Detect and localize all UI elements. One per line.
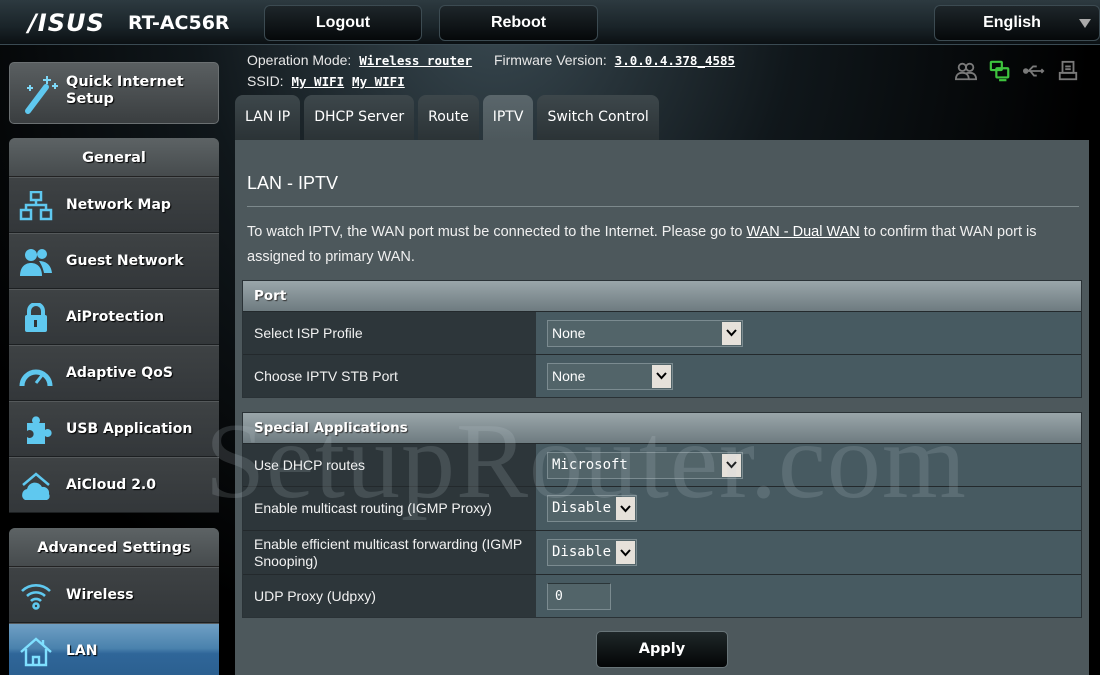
- udp-proxy-label: UDP Proxy (Udpxy): [243, 575, 536, 617]
- igmp-snooping-value: Disable: [552, 544, 612, 560]
- chevron-down-icon: [722, 321, 741, 345]
- sidebar-item-label: AiCloud 2.0: [66, 477, 156, 493]
- chevron-down-icon: [652, 364, 671, 388]
- reboot-button[interactable]: Reboot: [439, 5, 598, 41]
- dhcp-routes-select[interactable]: Microsoft: [547, 451, 743, 479]
- page-edge: [1089, 140, 1100, 675]
- sidebar-item-wireless[interactable]: Wireless: [9, 567, 219, 623]
- status-icons: [955, 60, 1079, 82]
- dhcp-routes-value: Microsoft: [552, 456, 628, 473]
- apply-button[interactable]: Apply: [596, 631, 728, 668]
- sidebar-item-label: Wireless: [66, 587, 134, 603]
- sidebar-item-guest-network[interactable]: Guest Network: [9, 233, 219, 289]
- operation-mode-info: Operation Mode: Wireless router Firmware…: [247, 52, 735, 68]
- advanced-settings-header: Advanced Settings: [9, 528, 219, 567]
- advanced-settings-menu: Advanced Settings Wireless LAN: [9, 528, 219, 675]
- igmp-snooping-select[interactable]: Disable: [547, 539, 637, 566]
- ssid-link-1[interactable]: My WIFI: [291, 74, 344, 89]
- sidebar-item-label: LAN: [66, 643, 98, 659]
- igmp-proxy-label: Enable multicast routing (IGMP Proxy): [243, 487, 536, 530]
- sidebar-item-label: Guest Network: [66, 253, 184, 269]
- title-divider: [247, 206, 1079, 207]
- language-select[interactable]: English: [934, 5, 1100, 41]
- general-header: General: [9, 138, 219, 177]
- speedometer-icon: [19, 369, 53, 387]
- firmware-label: Firmware Version:: [493, 52, 607, 68]
- iptv-stb-port-select[interactable]: None: [547, 362, 673, 390]
- iptv-stb-port-label: Choose IPTV STB Port: [243, 355, 536, 397]
- chevron-down-icon: [616, 497, 635, 520]
- sidebar-item-adaptive-qos[interactable]: Adaptive QoS: [9, 345, 219, 401]
- iptv-description: To watch IPTV, the WAN port must be conn…: [247, 224, 1037, 265]
- tab-iptv[interactable]: IPTV: [482, 95, 534, 140]
- iptv-panel: LAN - IPTV To watch IPTV, the WAN port m…: [235, 140, 1089, 675]
- printer-icon[interactable]: [1057, 60, 1079, 82]
- sidebar-item-usb-application[interactable]: USB Application: [9, 401, 219, 457]
- table-row: Select ISP Profile None: [243, 311, 1081, 354]
- general-menu: General Network Map Guest Network AiProt…: [9, 138, 219, 513]
- house-icon: [20, 637, 52, 667]
- table-row: Enable efficient multicast forwarding (I…: [243, 530, 1081, 574]
- sidebar-item-label: USB Application: [66, 421, 193, 437]
- tab-route[interactable]: Route: [418, 95, 479, 140]
- isp-profile-label: Select ISP Profile: [243, 312, 536, 354]
- quick-internet-setup-label: Quick Internet Setup: [66, 74, 184, 107]
- special-applications-header: Special Applications: [243, 413, 1081, 443]
- usb-icon[interactable]: [1023, 60, 1045, 82]
- operation-mode-label: Operation Mode:: [247, 52, 352, 68]
- isp-profile-value: None: [552, 324, 586, 341]
- page-title: LAN - IPTV: [247, 173, 339, 193]
- guest-network-icon: [20, 249, 52, 276]
- port-section: Port Select ISP Profile None Choose IPTV…: [242, 280, 1082, 398]
- router-model: RT-AC56R: [128, 12, 230, 34]
- sidebar-item-label: Network Map: [66, 197, 171, 213]
- magic-wand-icon: [25, 76, 58, 114]
- igmp-proxy-select[interactable]: Disable: [547, 495, 637, 522]
- sidebar-item-aicloud[interactable]: AiCloud 2.0: [9, 457, 219, 513]
- logout-button[interactable]: Logout: [264, 5, 422, 41]
- iptv-stb-port-value: None: [552, 367, 586, 384]
- operation-mode-link[interactable]: Wireless router: [359, 53, 472, 68]
- udp-proxy-input[interactable]: [547, 582, 611, 610]
- chevron-down-icon: [722, 453, 741, 477]
- special-applications-section: Special Applications Use DHCP routes Mic…: [242, 412, 1082, 618]
- sidebar-item-label: Adaptive QoS: [66, 365, 173, 381]
- wan-dual-wan-link[interactable]: WAN - Dual WAN: [746, 224, 859, 240]
- lan-tabs: LAN IP DHCP Server Route IPTV Switch Con…: [235, 95, 659, 140]
- sidebar-item-lan[interactable]: LAN: [9, 623, 219, 675]
- port-section-header: Port: [243, 281, 1081, 311]
- isp-profile-select[interactable]: None: [547, 319, 743, 347]
- network-map-icon: [19, 191, 53, 221]
- tab-switch-control[interactable]: Switch Control: [537, 95, 659, 140]
- clients-icon[interactable]: [955, 60, 977, 82]
- firmware-link[interactable]: 3.0.0.4.378_4585: [615, 53, 735, 68]
- sidebar-item-aiprotection[interactable]: AiProtection: [9, 289, 219, 345]
- table-row: Enable multicast routing (IGMP Proxy) Di…: [243, 486, 1081, 530]
- ssid-link-2[interactable]: My WIFI: [352, 74, 405, 89]
- tab-lan-ip[interactable]: LAN IP: [235, 95, 301, 140]
- igmp-snooping-label: Enable efficient multicast forwarding (I…: [243, 531, 536, 574]
- sidebar-item-network-map[interactable]: Network Map: [9, 177, 219, 233]
- language-value: English: [983, 14, 1041, 31]
- table-row: Use DHCP routes Microsoft: [243, 443, 1081, 486]
- network-connected-icon[interactable]: [989, 60, 1011, 82]
- table-row: UDP Proxy (Udpxy): [243, 574, 1081, 617]
- sidebar-item-label: AiProtection: [66, 309, 164, 325]
- chevron-down-icon: [616, 541, 635, 564]
- table-row: Choose IPTV STB Port None: [243, 354, 1081, 397]
- dhcp-routes-label: Use DHCP routes: [243, 444, 536, 486]
- ssid-label: SSID:: [247, 73, 284, 89]
- lock-icon: [25, 303, 47, 332]
- asus-logo: /ISUS: [28, 9, 105, 37]
- igmp-proxy-value: Disable: [552, 500, 612, 516]
- puzzle-icon: [27, 416, 52, 444]
- cloud-house-icon: [22, 472, 50, 500]
- quick-internet-setup-button[interactable]: Quick Internet Setup: [9, 62, 219, 124]
- chevron-down-icon: [1079, 19, 1091, 28]
- tab-dhcp-server[interactable]: DHCP Server: [304, 95, 415, 140]
- ssid-info: SSID: My WIFI My WIFI: [247, 73, 405, 89]
- wifi-icon: [21, 584, 51, 610]
